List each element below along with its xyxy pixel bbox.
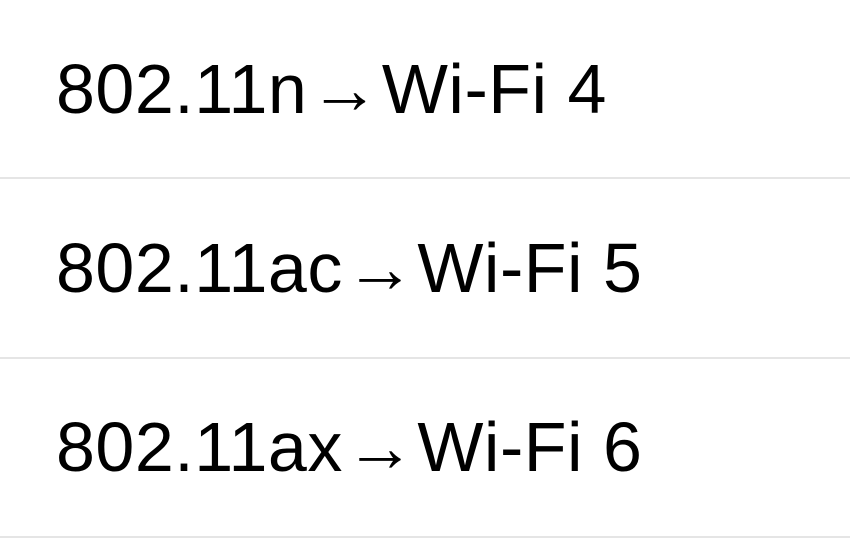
wifi-standard: 802.11ax [56,407,343,487]
wifi-standard: 802.11n [56,49,307,129]
arrow-right-icon: → [345,407,416,487]
wifi-standard: 802.11ac [56,228,343,308]
list-item: 802.11ac → Wi-Fi 5 [0,179,850,358]
wifi-name: Wi-Fi 6 [417,407,642,487]
list-item: 802.11ax → Wi-Fi 6 [0,359,850,538]
arrow-right-icon: → [345,228,416,308]
list-item: 802.11n → Wi-Fi 4 [0,0,850,179]
wifi-name: Wi-Fi 5 [417,228,642,308]
arrow-right-icon: → [309,49,380,129]
wifi-name: Wi-Fi 4 [382,49,607,129]
